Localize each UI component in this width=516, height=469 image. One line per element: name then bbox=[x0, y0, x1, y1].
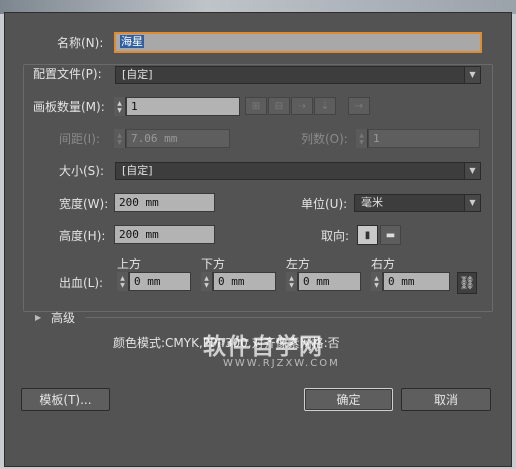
spacing-stepper[interactable]: ▲ ▼ bbox=[114, 129, 126, 148]
right-to-left-icon[interactable]: → bbox=[348, 97, 370, 115]
chevron-down-icon: ▼ bbox=[464, 195, 480, 211]
artboard-count-label: 画板数量(M): bbox=[33, 100, 105, 114]
size-value: [自定] bbox=[122, 164, 153, 177]
advanced-label[interactable]: 高级 bbox=[51, 310, 75, 326]
arrange-by-row-icon[interactable]: ⇢ bbox=[291, 97, 313, 115]
spin-down-icon: ▼ bbox=[204, 281, 209, 289]
columns-stepper[interactable]: ▲ ▼ bbox=[356, 129, 368, 148]
bleed-right-input[interactable]: 0 mm bbox=[383, 272, 450, 291]
width-label: 宽度(W): bbox=[59, 197, 109, 211]
watermark-url: WWW.RJZXW.COM bbox=[223, 358, 340, 369]
new-document-dialog: 名称(N): 海星 配置文件(P): [自定] ▼ 画板数量(M): ▲ ▼ 1 … bbox=[4, 12, 512, 467]
bleed-label: 出血(L): bbox=[59, 276, 104, 290]
spacing-label: 间距(I): bbox=[59, 132, 100, 146]
size-dropdown[interactable]: [自定] ▼ bbox=[115, 162, 481, 180]
height-input[interactable]: 200 mm bbox=[114, 225, 215, 244]
spin-up-icon: ▲ bbox=[359, 131, 364, 139]
profile-value: [自定] bbox=[122, 68, 153, 81]
chevron-down-icon: ▼ bbox=[464, 163, 480, 179]
arrange-by-column-icon[interactable]: ⇣ bbox=[314, 97, 336, 115]
spin-up-icon: ▲ bbox=[120, 274, 125, 282]
spin-down-icon: ▼ bbox=[117, 106, 122, 114]
bleed-left-input[interactable]: 0 mm bbox=[298, 272, 361, 291]
watermark-logo: 软件自学网 bbox=[203, 334, 323, 360]
name-input[interactable]: 海星 bbox=[114, 32, 482, 53]
units-label: 单位(U): bbox=[301, 197, 348, 211]
height-label: 高度(H): bbox=[59, 229, 106, 243]
bleed-top-stepper[interactable]: ▲ ▼ bbox=[117, 272, 129, 291]
spin-down-icon: ▼ bbox=[117, 138, 122, 146]
grid-by-column-icon[interactable]: ⊟ bbox=[268, 97, 290, 115]
spin-up-icon: ▲ bbox=[117, 131, 122, 139]
name-value: 海星 bbox=[120, 35, 144, 48]
spin-up-icon: ▲ bbox=[204, 274, 209, 282]
templates-button[interactable]: 模板(T)... bbox=[21, 388, 110, 411]
profile-dropdown[interactable]: [自定] ▼ bbox=[115, 66, 481, 84]
spin-down-icon: ▼ bbox=[120, 281, 125, 289]
size-label: 大小(S): bbox=[59, 164, 105, 178]
bleed-right-stepper[interactable]: ▲ ▼ bbox=[371, 272, 383, 291]
columns-label: 列数(O): bbox=[301, 132, 348, 146]
bleed-bottom-label: 下方 bbox=[201, 257, 226, 271]
portrait-icon[interactable]: ▮ bbox=[357, 225, 378, 245]
ok-button[interactable]: 确定 bbox=[304, 388, 393, 411]
bleed-bottom-input[interactable]: 0 mm bbox=[213, 272, 276, 291]
link-icon[interactable]: ⛓ bbox=[457, 272, 477, 294]
spin-down-icon: ▼ bbox=[359, 138, 364, 146]
grid-by-row-icon[interactable]: ⊞ bbox=[245, 97, 267, 115]
artboard-count-input[interactable]: 1 bbox=[126, 97, 240, 116]
bleed-bottom-stepper[interactable]: ▲ ▼ bbox=[201, 272, 213, 291]
artboard-count-stepper[interactable]: ▲ ▼ bbox=[114, 97, 126, 116]
spin-up-icon: ▲ bbox=[374, 274, 379, 282]
spin-up-icon: ▲ bbox=[289, 274, 294, 282]
orientation-label: 取向: bbox=[321, 229, 350, 243]
cancel-button[interactable]: 取消 bbox=[401, 388, 491, 411]
profile-label: 配置文件(P): bbox=[33, 66, 106, 82]
name-label: 名称(N): bbox=[57, 36, 104, 50]
bleed-top-label: 上方 bbox=[117, 257, 142, 271]
spin-up-icon: ▲ bbox=[117, 99, 122, 107]
bleed-left-label: 左方 bbox=[286, 257, 311, 271]
disclosure-triangle-icon[interactable]: ▶ bbox=[35, 311, 41, 325]
spin-down-icon: ▼ bbox=[289, 281, 294, 289]
landscape-icon[interactable]: ▬ bbox=[380, 225, 401, 245]
chevron-down-icon: ▼ bbox=[464, 67, 480, 83]
units-value: 毫米 bbox=[361, 196, 383, 209]
bleed-left-stepper[interactable]: ▲ ▼ bbox=[286, 272, 298, 291]
width-input[interactable]: 200 mm bbox=[114, 193, 215, 212]
advanced-divider bbox=[85, 317, 481, 318]
spacing-input[interactable]: 7.06 mm bbox=[126, 129, 230, 148]
columns-input[interactable]: 1 bbox=[368, 129, 480, 148]
spin-down-icon: ▼ bbox=[374, 281, 379, 289]
bleed-top-input[interactable]: 0 mm bbox=[129, 272, 191, 291]
bleed-right-label: 右方 bbox=[371, 257, 396, 271]
units-dropdown[interactable]: 毫米 ▼ bbox=[354, 194, 481, 212]
